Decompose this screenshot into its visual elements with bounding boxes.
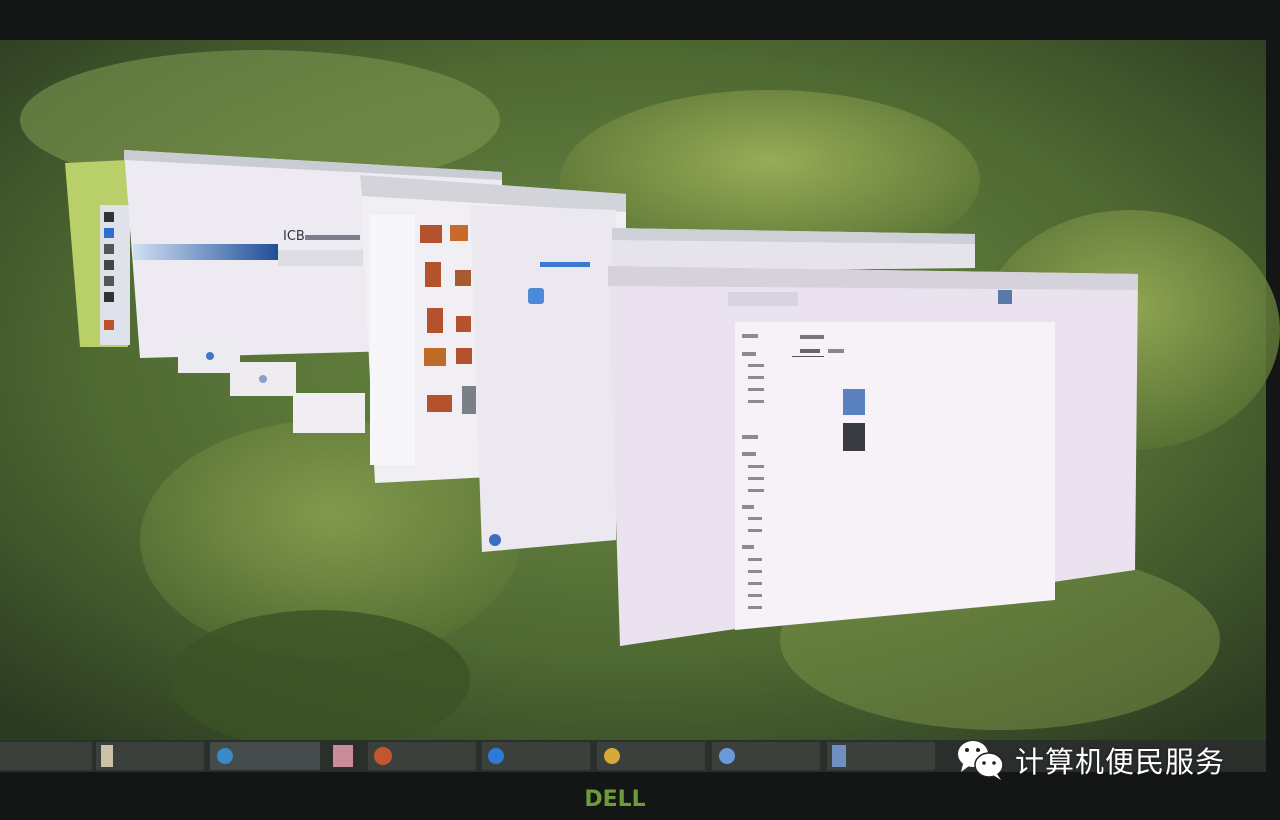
tab-other[interactable] [828,349,844,353]
document-icon [101,745,113,767]
wechat-icon [955,738,1007,782]
settings-title [800,335,824,339]
ie-icon [217,748,233,764]
app-icon [832,745,846,767]
watermark-text: 计算机便民服务 [1015,739,1225,781]
dell-logo: DELL [584,787,645,812]
dialog-2[interactable] [230,362,296,396]
dialog-icon [259,375,267,383]
skype-icon [488,748,504,764]
watermark: 计算机便民服务 [955,738,1225,782]
site-logo [728,292,798,306]
chat-app-icon [528,288,544,304]
taskbar-button-1[interactable] [0,742,92,770]
app-icon[interactable] [333,745,353,767]
installer-title-text [305,235,360,240]
installer-button[interactable] [278,250,363,266]
profile-photo [843,389,865,415]
user-avatar[interactable] [998,290,1012,304]
installer-progress-bar [133,244,278,260]
chat-progress [540,262,590,267]
installer-brand-text: ICB [283,229,305,244]
monitor-photo: ICB [0,0,1280,820]
qq-icon [719,748,735,764]
explorer-nav-pane [370,215,415,465]
dialog-3[interactable] [293,393,365,433]
chrome-icon [604,748,620,764]
firefox-icon [374,747,392,765]
dialog-icon [206,352,214,360]
tab-active[interactable] [800,349,820,353]
chat-status-icon [489,534,501,546]
qr-code [843,423,865,451]
window-sidebar-icons [100,205,130,345]
window-chat[interactable] [470,205,616,552]
settings-panel [735,322,1055,630]
window-browser-back[interactable] [612,228,975,272]
